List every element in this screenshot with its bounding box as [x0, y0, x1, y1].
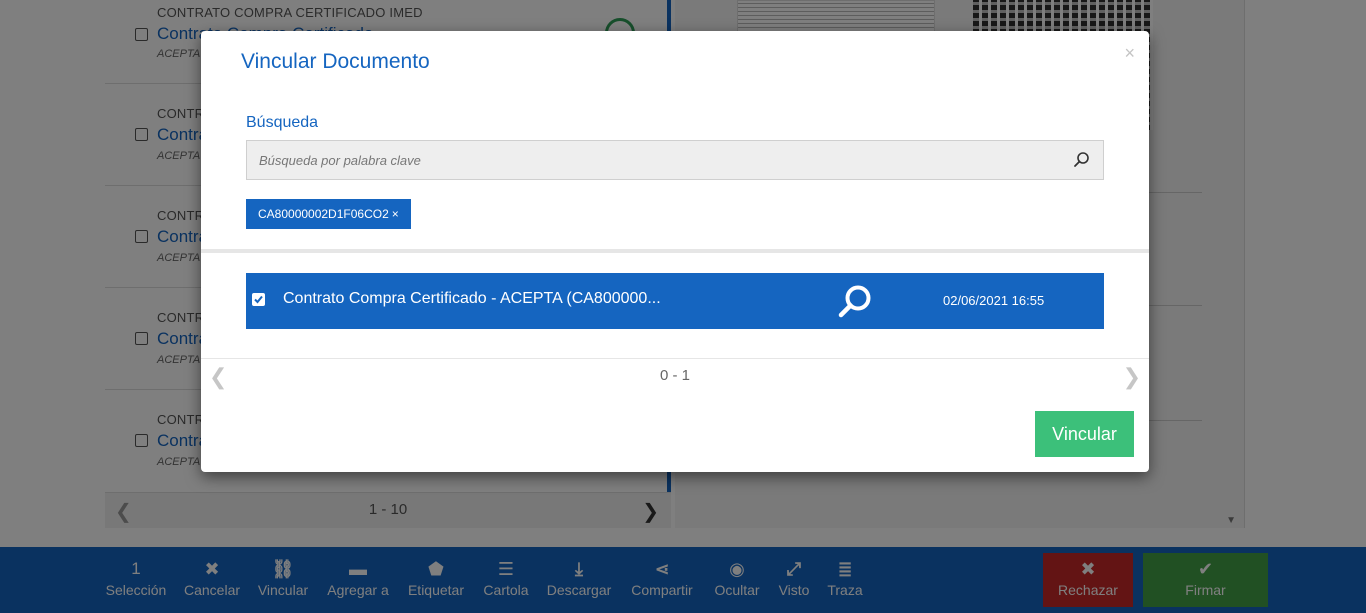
- table-row[interactable]: Contrato Compra Certificado - ACEPTA (CA…: [246, 273, 1104, 329]
- search-box: [246, 140, 1104, 180]
- divider: [201, 249, 1149, 253]
- remove-tag-icon[interactable]: ×: [392, 207, 399, 221]
- search-input[interactable]: [247, 141, 1067, 179]
- checkmark-icon: [254, 295, 263, 304]
- search-icon[interactable]: [1073, 151, 1091, 169]
- chevron-right-icon[interactable]: ❯: [1123, 364, 1141, 390]
- magnifier-icon[interactable]: [836, 283, 874, 321]
- pager-label: 0 - 1: [659, 367, 690, 384]
- result-checkbox[interactable]: [252, 293, 265, 306]
- close-icon[interactable]: ×: [1124, 43, 1135, 64]
- link-submit-button[interactable]: Vincular: [1035, 411, 1134, 457]
- result-title: Contrato Compra Certificado - ACEPTA (CA…: [283, 290, 661, 307]
- search-label: Búsqueda: [246, 114, 319, 131]
- modal-title: Vincular Documento: [241, 50, 430, 73]
- filter-tag: CA80000002D1F06CO2 ×: [246, 199, 411, 229]
- result-date: 02/06/2021 16:55: [943, 293, 1045, 308]
- filter-tag-label: CA80000002D1F06CO2: [258, 207, 389, 221]
- link-document-modal: Vincular Documento × Búsqueda CA80000002…: [201, 31, 1149, 472]
- divider: [201, 358, 1149, 359]
